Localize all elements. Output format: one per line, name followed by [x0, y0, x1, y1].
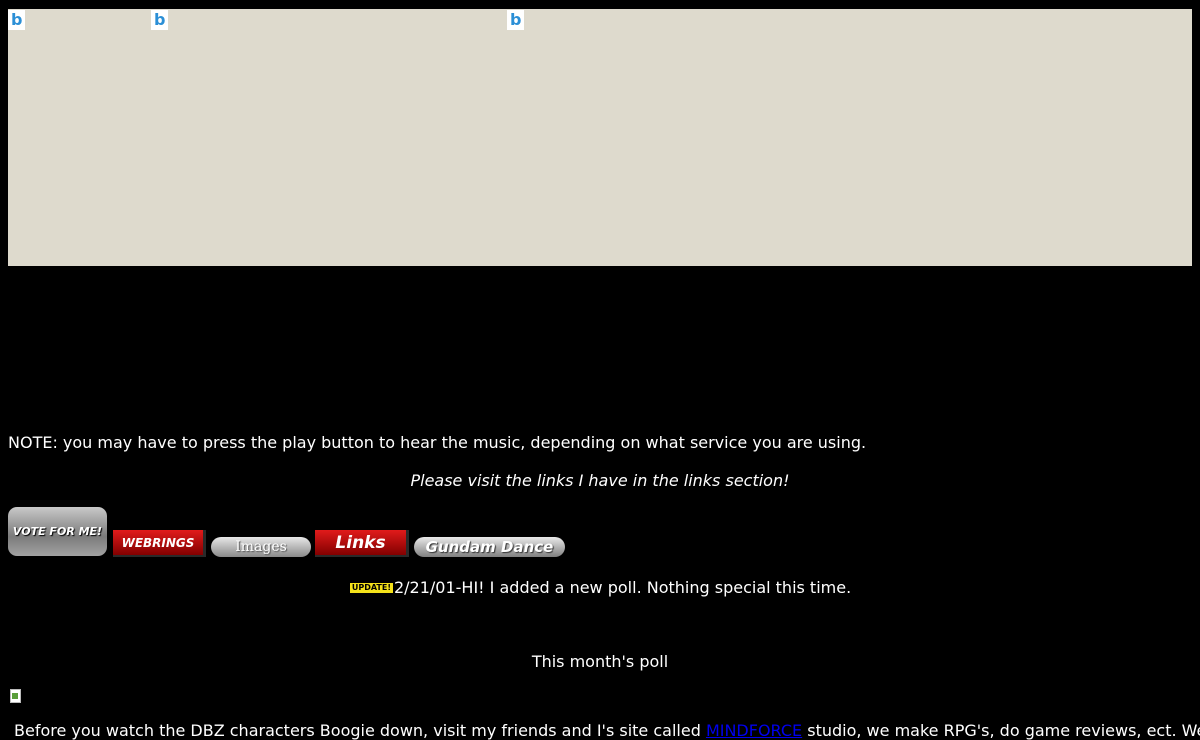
visit-links-text: Please visit the links I have in the lin… [410, 471, 790, 490]
update-badge: UPDATE! [348, 582, 394, 594]
paragraph-text-before: Before you watch the DBZ characters Boog… [14, 721, 706, 740]
broken-image-mark [12, 693, 18, 699]
links-button[interactable]: Links [315, 530, 409, 557]
gundam-dance-button[interactable]: Gundam Dance [414, 537, 565, 557]
bing-icon[interactable]: b [507, 10, 524, 30]
mindforce-paragraph: Before you watch the DBZ characters Boog… [14, 721, 1200, 740]
paragraph-text-after: studio, we make RPG's, do game reviews, … [807, 721, 1200, 740]
update-line: UPDATE! 2/21/01-HI! I added a new poll. N… [0, 578, 1200, 597]
bing-icon[interactable]: b [8, 10, 25, 30]
embedded-media-frame [8, 9, 1192, 266]
webrings-button[interactable]: WEBRINGS [113, 530, 206, 557]
vote-for-me-button[interactable]: VOTE FOR ME! [8, 507, 107, 556]
images-button[interactable]: Images [211, 537, 311, 557]
broken-image-icon[interactable] [8, 689, 24, 705]
poll-title: This month's poll [531, 652, 669, 671]
update-text: 2/21/01-HI! I added a new poll. Nothing … [393, 578, 852, 597]
mindforce-link[interactable]: MINDFORCE [706, 721, 802, 740]
music-note-text: NOTE: you may have to press the play but… [8, 433, 867, 452]
bing-icon[interactable]: b [151, 10, 168, 30]
